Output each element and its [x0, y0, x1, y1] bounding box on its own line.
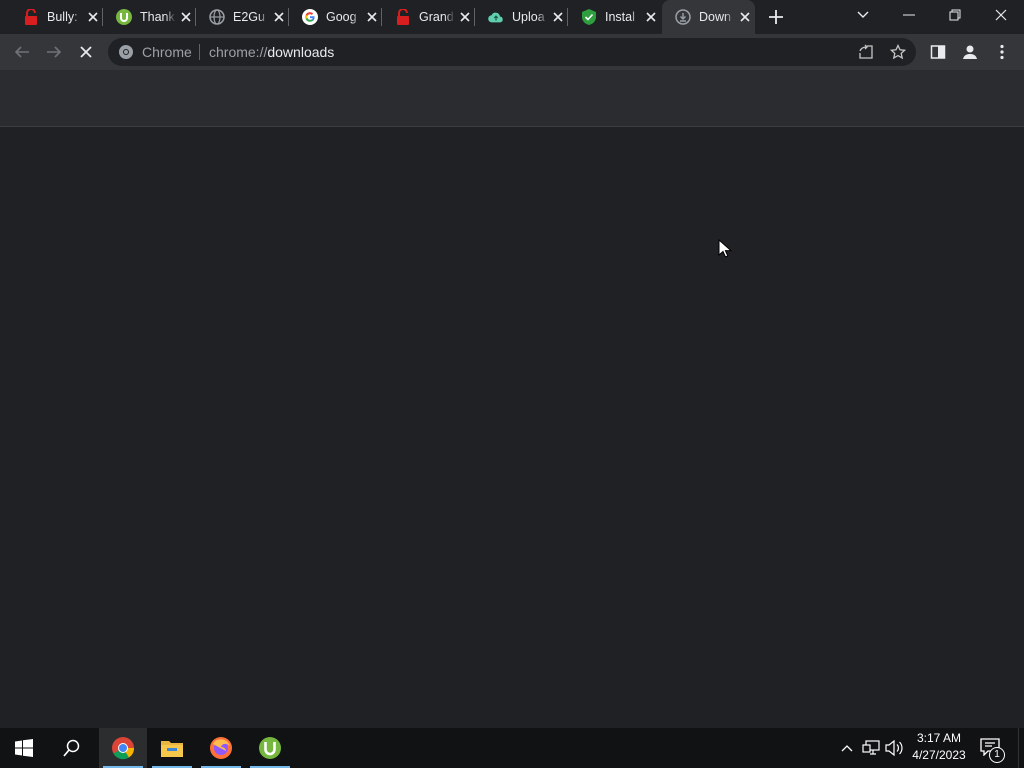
red-lock-icon [23, 9, 39, 25]
tab-title: E2Gu [233, 10, 265, 24]
close-icon[interactable] [272, 10, 286, 24]
network-icon[interactable] [861, 738, 881, 758]
minimize-icon[interactable] [886, 0, 932, 30]
volume-icon[interactable] [884, 738, 904, 758]
clock-time: 3:17 AM [916, 731, 962, 745]
tab-title: Instal [605, 10, 635, 24]
restore-icon[interactable] [932, 0, 978, 30]
url-path: downloads [267, 44, 335, 60]
tab-grand[interactable]: Grand [382, 0, 475, 34]
stop-loading-icon[interactable] [76, 42, 96, 62]
cloud-icon [488, 9, 504, 25]
system-clock[interactable]: 3:17 AM 4/27/2023 [906, 730, 972, 764]
close-icon[interactable] [644, 10, 658, 24]
close-icon[interactable] [551, 10, 565, 24]
tab-upload[interactable]: Uploa [475, 0, 568, 34]
tab-thank[interactable]: Thank [103, 0, 196, 34]
tab-title: Thank [140, 10, 175, 24]
globe-icon [209, 9, 225, 25]
url-text[interactable]: chrome://downloads [209, 44, 334, 60]
back-arrow-icon[interactable] [12, 42, 32, 62]
tab-bully[interactable]: Bully: [10, 0, 103, 34]
close-window-icon[interactable] [978, 0, 1024, 30]
chrome-page-icon[interactable] [118, 44, 134, 60]
show-desktop-button[interactable] [1018, 728, 1024, 768]
new-tab-icon[interactable] [767, 8, 785, 26]
close-icon[interactable] [738, 10, 752, 24]
tab-title: Grand [419, 10, 454, 24]
google-icon [302, 9, 318, 25]
tab-install[interactable]: Instal [568, 0, 661, 34]
omnibox-divider [199, 44, 200, 60]
tab-e2gu[interactable]: E2Gu [196, 0, 289, 34]
show-hidden-icons-chevron-up-icon[interactable] [837, 738, 857, 758]
search-icon[interactable] [48, 728, 96, 768]
tab-downloads[interactable]: Down [662, 0, 755, 34]
site-label: Chrome [142, 44, 192, 60]
firefox-icon[interactable] [197, 728, 245, 768]
tab-title: Goog [326, 10, 357, 24]
share-icon[interactable] [856, 42, 876, 62]
utorrent-icon [116, 9, 132, 25]
tab-title: Down [699, 10, 731, 24]
tab-google[interactable]: Goog [289, 0, 382, 34]
download-icon [675, 9, 691, 25]
red-lock-icon [395, 9, 411, 25]
tab-search-chevron-down-icon[interactable] [840, 0, 886, 30]
clock-date: 4/27/2023 [912, 748, 966, 762]
tab-title: Bully: [47, 10, 78, 24]
tab-strip: Bully: Thank E2Gu Goog Grand Uploa Insta… [0, 0, 1024, 34]
more-menu-icon[interactable] [992, 42, 1012, 62]
start-icon[interactable] [0, 728, 48, 768]
close-icon[interactable] [179, 10, 193, 24]
forward-arrow-icon[interactable] [44, 42, 64, 62]
mouse-cursor-icon [718, 238, 733, 259]
notification-count-badge: 1 [989, 747, 1005, 763]
close-icon[interactable] [365, 10, 379, 24]
tab-title: Uploa [512, 10, 545, 24]
file-explorer-icon[interactable] [148, 728, 196, 768]
bookmark-star-icon[interactable] [888, 42, 908, 62]
close-icon[interactable] [458, 10, 472, 24]
profile-avatar-icon[interactable] [960, 42, 980, 62]
url-scheme: chrome:// [209, 44, 268, 60]
downloads-content [0, 127, 1024, 728]
chrome-icon[interactable] [99, 728, 147, 768]
green-shield-icon [581, 9, 597, 25]
windows-taskbar [0, 728, 1024, 768]
side-panel-icon[interactable] [928, 42, 948, 62]
downloads-header [0, 70, 1024, 127]
utorrent-icon[interactable] [246, 728, 294, 768]
close-icon[interactable] [86, 10, 100, 24]
